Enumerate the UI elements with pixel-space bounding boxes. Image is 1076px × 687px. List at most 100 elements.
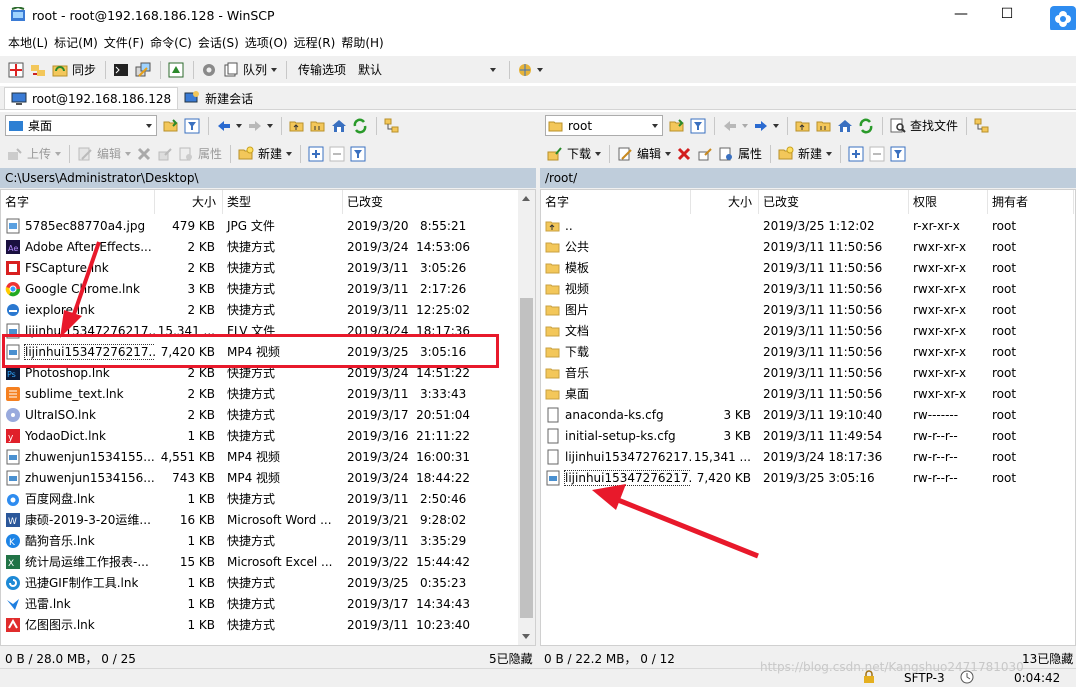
menu-local[interactable]: 本地(L) [5, 34, 51, 51]
local-select-all-button[interactable] [306, 143, 326, 165]
menu-remote[interactable]: 远程(R) [291, 34, 339, 51]
compare-dirs-button[interactable] [6, 59, 26, 81]
table-row[interactable]: 5785ec88770a4.jpg 479 KB JPG 文件 2019/3/20 8… [1, 215, 535, 236]
synchronize-button[interactable]: 同步 [50, 59, 98, 81]
local-filter-button[interactable] [182, 115, 202, 137]
remote-delete-button[interactable] [674, 143, 694, 165]
open-terminal-button[interactable] [111, 59, 131, 81]
scroll-up-icon[interactable] [522, 196, 530, 201]
tab-session-root[interactable]: root@192.168.186.128 [4, 87, 179, 109]
local-forward-button[interactable] [245, 115, 275, 137]
local-delete-button[interactable] [134, 143, 154, 165]
table-row[interactable]: 亿图图示.lnk 1 KB 快捷方式 2019/3/11 10:23:40 [1, 614, 535, 635]
table-row[interactable]: 迅捷GIF制作工具.lnk 1 KB 快捷方式 2019/3/25 0:35:23 [1, 572, 535, 593]
refresh-session-button[interactable] [166, 59, 186, 81]
table-row[interactable]: 文档 2019/3/11 11:50:56 rwxr-xr-x root [541, 320, 1075, 341]
local-col-changed[interactable]: 已改变 [343, 190, 519, 214]
remote-filter-select-button[interactable] [888, 143, 908, 165]
remote-filter-button[interactable] [688, 115, 708, 137]
remote-col-rights[interactable]: 权限 [909, 190, 988, 214]
table-row[interactable]: W 康硕-2019-3-20运维... 16 KB Microsoft Word ..… [1, 509, 535, 530]
baidu-cloud-icon[interactable] [1050, 6, 1076, 32]
remote-forward-button[interactable] [751, 115, 781, 137]
remote-rename-button[interactable] [695, 143, 715, 165]
remote-edit-button[interactable]: 编辑 [615, 143, 673, 165]
table-row[interactable]: Google Chrome.lnk 3 KB 快捷方式 2019/3/11 2:17:… [1, 278, 535, 299]
local-back-button[interactable] [214, 115, 244, 137]
table-row[interactable]: 图片 2019/3/11 11:50:56 rwxr-xr-x root [541, 299, 1075, 320]
remote-col-owner[interactable]: 拥有者 [988, 190, 1074, 214]
preferences-button[interactable] [199, 59, 219, 81]
table-row[interactable]: lijinhui15347276217... 7,420 KB 2019/3/25 … [541, 467, 1075, 488]
table-row[interactable]: .. 2019/3/25 1:12:02 r-xr-xr-x root [541, 215, 1075, 236]
local-col-size[interactable]: 大小 [155, 190, 223, 214]
table-row[interactable]: lijinhui15347276217... 15,341 ... 2019/3/2… [541, 446, 1075, 467]
remote-col-changed[interactable]: 已改变 [759, 190, 909, 214]
local-scrollbar[interactable] [518, 190, 535, 645]
remote-new-button[interactable]: 新建 [776, 143, 834, 165]
local-rename-button[interactable] [155, 143, 175, 165]
table-row[interactable]: anaconda-ks.cfg 3 KB 2019/3/11 19:10:40 rw-… [541, 404, 1075, 425]
maximize-button[interactable]: ☐ [984, 0, 1030, 30]
remote-col-size[interactable]: 大小 [691, 190, 759, 214]
putty-button[interactable] [133, 59, 153, 81]
table-row[interactable]: iexplore.lnk 2 KB 快捷方式 2019/3/11 12:25:02 [1, 299, 535, 320]
find-files-button[interactable]: 查找文件 [888, 115, 960, 137]
remote-back-button[interactable] [720, 115, 750, 137]
table-row[interactable]: initial-setup-ks.cfg 3 KB 2019/3/11 11:49:… [541, 425, 1075, 446]
local-parent-dir-button[interactable] [287, 115, 307, 137]
local-col-name[interactable]: 名字 [1, 190, 155, 214]
local-refresh-button[interactable] [350, 115, 370, 137]
table-row[interactable]: 视频 2019/3/11 11:50:56 rwxr-xr-x root [541, 278, 1075, 299]
local-location-select[interactable]: 桌面 [5, 115, 157, 136]
local-tree-button[interactable] [382, 115, 402, 137]
local-home-button[interactable] [329, 115, 349, 137]
remote-col-name[interactable]: 名字 [541, 190, 691, 214]
local-col-type[interactable]: 类型 [223, 190, 343, 214]
scroll-down-icon[interactable] [522, 634, 530, 639]
table-row[interactable]: 模板 2019/3/11 11:50:56 rwxr-xr-x root [541, 257, 1075, 278]
remote-root-dir-button[interactable] [814, 115, 834, 137]
local-unselect-button[interactable] [327, 143, 347, 165]
sync-browse-button[interactable] [28, 59, 48, 81]
local-file-list[interactable]: 名字 大小 类型 已改变 5785ec88770a4.jpg 479 KB JPG … [0, 189, 536, 646]
queue-button[interactable]: 队列 [221, 59, 279, 81]
remote-properties-button[interactable]: 属性 [716, 143, 764, 165]
upload-button[interactable]: 上传 [5, 143, 63, 165]
table-row[interactable]: X 统计局运维工作报表-... 15 KB Microsoft Excel ... 20… [1, 551, 535, 572]
table-row[interactable]: 迅雷.lnk 1 KB 快捷方式 2019/3/17 14:34:43 [1, 593, 535, 614]
menu-help[interactable]: 帮助(H) [338, 34, 386, 51]
remote-file-list[interactable]: 名字 大小 已改变 权限 拥有者 .. 2019/3/25 1:12:02 r-xr… [540, 189, 1076, 646]
remote-location-select[interactable]: root [545, 115, 663, 136]
local-properties-button[interactable]: 属性 [176, 143, 224, 165]
local-open-dir-button[interactable] [161, 115, 181, 137]
remote-parent-dir-button[interactable] [793, 115, 813, 137]
table-row[interactable]: 公共 2019/3/11 11:50:56 rwxr-xr-x root [541, 236, 1075, 257]
remote-tree-button[interactable] [972, 115, 992, 137]
table-row[interactable]: K 酷狗音乐.lnk 1 KB 快捷方式 2019/3/11 3:35:29 [1, 530, 535, 551]
table-row[interactable]: Ae Adobe After Effects... 2 KB 快捷方式 2019/3/2… [1, 236, 535, 257]
remote-home-button[interactable] [835, 115, 855, 137]
menu-file[interactable]: 文件(F) [101, 34, 147, 51]
menu-options[interactable]: 选项(O) [242, 34, 291, 51]
transfer-options-button[interactable] [515, 59, 545, 81]
menu-commands[interactable]: 命令(C) [147, 34, 195, 51]
remote-open-dir-button[interactable] [667, 115, 687, 137]
tab-new-session[interactable]: 新建会话 [178, 87, 259, 109]
table-row[interactable]: 音乐 2019/3/11 11:50:56 rwxr-xr-x root [541, 362, 1075, 383]
local-root-dir-button[interactable] [308, 115, 328, 137]
local-filter-select-button[interactable] [348, 143, 368, 165]
table-row[interactable]: 百度网盘.lnk 1 KB 快捷方式 2019/3/11 2:50:46 [1, 488, 535, 509]
remote-select-all-button[interactable] [846, 143, 866, 165]
table-row[interactable]: sublime_text.lnk 2 KB 快捷方式 2019/3/11 3:33:4… [1, 383, 535, 404]
table-row[interactable]: UltraISO.lnk 2 KB 快捷方式 2019/3/17 20:51:04 [1, 404, 535, 425]
table-row[interactable]: zhuwenjun1534155... 4,551 KB MP4 视频 2019/3/… [1, 446, 535, 467]
table-row[interactable]: FSCapture.lnk 2 KB 快捷方式 2019/3/11 3:05:26 [1, 257, 535, 278]
table-row[interactable]: 桌面 2019/3/11 11:50:56 rwxr-xr-x root [541, 383, 1075, 404]
table-row[interactable]: y YodaoDict.lnk 1 KB 快捷方式 2019/3/16 21:11:22 [1, 425, 535, 446]
table-row[interactable]: zhuwenjun1534156... 743 KB MP4 视频 2019/3/24… [1, 467, 535, 488]
remote-refresh-button[interactable] [856, 115, 876, 137]
menu-session[interactable]: 会话(S) [195, 34, 242, 51]
menu-mark[interactable]: 标记(M) [51, 34, 101, 51]
download-button[interactable]: 下载 [545, 143, 603, 165]
